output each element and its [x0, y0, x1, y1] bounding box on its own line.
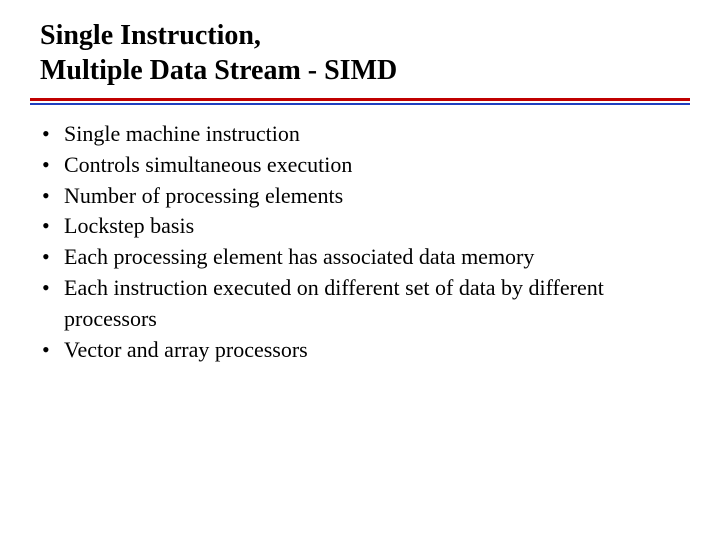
list-item: • Vector and array processors — [40, 335, 690, 366]
bullet-icon: • — [40, 273, 64, 304]
title-line-2: Multiple Data Stream - SIMD — [40, 55, 397, 86]
list-item: • Each processing element has associated… — [40, 242, 690, 273]
divider — [30, 98, 690, 105]
bullet-text: Single machine instruction — [64, 119, 690, 150]
bullet-list: • Single machine instruction • Controls … — [30, 119, 690, 365]
list-item: • Lockstep basis — [40, 211, 690, 242]
list-item: • Single machine instruction — [40, 119, 690, 150]
bullet-text: Each processing element has associated d… — [64, 242, 690, 273]
bullet-icon: • — [40, 150, 64, 181]
title-line-1: Single Instruction, — [40, 20, 261, 51]
divider-red-line — [30, 98, 690, 101]
slide-title: Single Instruction, Multiple Data Stream… — [30, 18, 690, 88]
bullet-text: Controls simultaneous execution — [64, 150, 690, 181]
list-item: • Each instruction executed on different… — [40, 273, 690, 335]
bullet-text: Lockstep basis — [64, 211, 690, 242]
bullet-text: Each instruction executed on different s… — [64, 273, 690, 335]
bullet-icon: • — [40, 211, 64, 242]
bullet-text: Number of processing elements — [64, 181, 690, 212]
bullet-icon: • — [40, 242, 64, 273]
bullet-icon: • — [40, 181, 64, 212]
bullet-icon: • — [40, 119, 64, 150]
divider-blue-line — [30, 103, 690, 105]
list-item: • Number of processing elements — [40, 181, 690, 212]
bullet-text: Vector and array processors — [64, 335, 690, 366]
bullet-icon: • — [40, 335, 64, 366]
list-item: • Controls simultaneous execution — [40, 150, 690, 181]
